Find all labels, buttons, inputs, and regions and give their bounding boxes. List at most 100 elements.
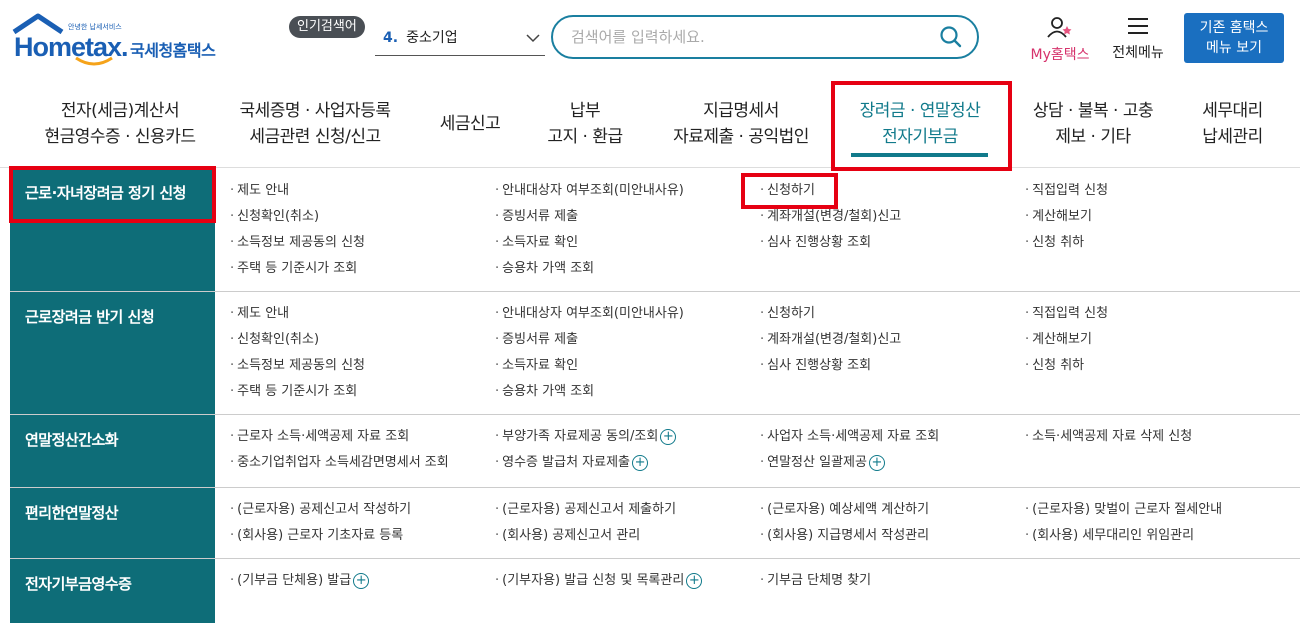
gnb-item-consultation[interactable]: 상담 · 불복 · 고충 제보 · 기타 (1018, 98, 1168, 150)
menu-link[interactable]: 소득·세액공제 자료 삭제 신청 (1025, 424, 1192, 450)
menu-link[interactable]: 소득정보 제공동의 신청 (230, 353, 365, 379)
menu-link[interactable]: (회사용) 지급명세서 작성관리 (760, 523, 929, 549)
hometax-logo[interactable]: 안녕한 납세서비스 Hometax. 국세청홈택스 (12, 12, 227, 66)
menu-link-label: (기부금 단체용) 발급 (237, 573, 352, 588)
menu-link[interactable]: (기부금 단체용) 발급+ (230, 568, 370, 594)
menu-link[interactable]: 계좌개설(변경/철회)신고 (760, 327, 901, 353)
menu-row: 전자기부금영수증 (기부금 단체용) 발급+ (기부자용) 발급 신청 및 목록… (10, 559, 1300, 623)
gnb-item-line: 국세증명 · 사업자등록 (239, 101, 391, 121)
menu-link[interactable]: (근로자용) 공제신고서 제출하기 (495, 497, 676, 523)
menu-link[interactable]: 신청 취하 (1025, 230, 1084, 256)
plus-circle-icon[interactable]: + (868, 454, 885, 471)
plus-circle-icon[interactable]: + (632, 454, 649, 471)
gnb-item-payment-statement[interactable]: 지급명세서 자료제출 · 공익법인 (660, 98, 822, 150)
menu-link[interactable]: (근로자용) 맞벌이 근로자 절세안내 (1025, 497, 1222, 523)
gnb-item-line: 상담 · 불복 · 고충 (1032, 101, 1154, 121)
menu-link[interactable]: 증빙서류 제출 (495, 204, 578, 230)
gnb-item-certificates[interactable]: 국세증명 · 사업자등록 세금관련 신청/신고 (225, 98, 405, 150)
menu-link[interactable]: 주택 등 기준시가 조회 (230, 256, 357, 282)
menu-link[interactable]: 영수증 발급처 자료제출+ (495, 450, 649, 476)
menu-link[interactable]: 근로자 소득·세액공제 자료 조회 (230, 424, 409, 450)
plus-circle-icon[interactable]: + (660, 428, 677, 445)
menu-link[interactable]: 소득자료 확인 (495, 353, 578, 379)
header: 안녕한 납세서비스 Hometax. 국세청홈택스 인기검색어 4. 중소기업 M… (0, 0, 1300, 70)
search-icon[interactable] (939, 25, 963, 49)
menu-link[interactable]: (회사용) 공제신고서 관리 (495, 523, 640, 549)
gnb-item-line: 지급명세서 (703, 101, 779, 121)
menu-link[interactable]: 사업자 소득·세액공제 자료 조회 (760, 424, 939, 450)
menu-link[interactable]: 제도 안내 (230, 178, 289, 204)
menu-link-label: (기부자용) 발급 신청 및 목록관리 (502, 573, 685, 588)
hamburger-menu-icon (1128, 18, 1148, 34)
logo-tagline: 안녕한 납세서비스 (68, 23, 122, 31)
menu-row: 편리한연말정산 (근로자용) 공제신고서 작성하기 (근로자용) 공제신고서 제… (10, 488, 1300, 559)
menu-link[interactable]: 신청확인(취소) (230, 204, 319, 230)
menu-row: 연말정산간소화 근로자 소득·세액공제 자료 조회 부양가족 자료제공 동의/조… (10, 415, 1300, 488)
menu-link[interactable]: 직접입력 신청 (1025, 301, 1108, 327)
menu-link[interactable]: 승용차 가액 조회 (495, 379, 594, 405)
gnb-item-line: 세금신고 (439, 114, 501, 134)
gnb-item-tax-filing[interactable]: 세금신고 (425, 111, 515, 137)
gnb-item-line: 전자(세금)계산서 (60, 101, 180, 121)
menu-link-label: 부양가족 자료제공 동의/조회 (502, 429, 659, 444)
menu-link[interactable]: 연말정산 일괄제공+ (760, 450, 885, 476)
menu-link[interactable]: 제도 안내 (230, 301, 289, 327)
menu-link[interactable]: (기부자용) 발급 신청 및 목록관리+ (495, 568, 703, 594)
menu-link[interactable]: 승용차 가액 조회 (495, 256, 594, 282)
plus-circle-icon[interactable]: + (686, 572, 703, 589)
gnb-item-line: 제보 · 기타 (1055, 127, 1131, 147)
menu-link[interactable]: 심사 진행상황 조회 (760, 353, 871, 379)
menu-link[interactable]: 중소기업취업자 소득세감면명세서 조회 (230, 450, 449, 476)
all-menu-button[interactable]: 전체메뉴 (1106, 16, 1170, 62)
my-hometax-button[interactable]: My홈택스 (1024, 16, 1096, 64)
gnb-item-payment[interactable]: 납부 고지 · 환급 (530, 98, 640, 150)
section-title[interactable]: 전자기부금영수증 (10, 559, 215, 623)
menu-link[interactable]: 부양가족 자료제공 동의/조회+ (495, 424, 677, 450)
menu-link[interactable]: (회사용) 근로자 기초자료 등록 (230, 523, 403, 549)
menu-link[interactable]: (회사용) 세무대리인 위임관리 (1025, 523, 1194, 549)
highlight-box-apply (741, 173, 838, 209)
menu-link[interactable]: 심사 진행상황 조회 (760, 230, 871, 256)
classic-menu-line2: 메뉴 보기 (1206, 40, 1262, 56)
menu-link[interactable]: 안내대상자 여부조회(미안내사유) (495, 301, 684, 327)
section-title[interactable]: 근로장려금 반기 신청 (10, 292, 215, 414)
all-menu-label: 전체메뉴 (1112, 45, 1164, 61)
chevron-down-icon (525, 24, 541, 62)
gnb-item-line: 세무대리 (1202, 101, 1263, 121)
gnb-item-line: 현금영수증 · 신용카드 (44, 127, 196, 147)
menu-link[interactable]: 계산해보기 (1025, 327, 1092, 353)
user-icon (1047, 17, 1072, 38)
my-hometax-label: My홈택스 (1030, 47, 1090, 63)
gnb-item-line: 고지 · 환급 (547, 127, 623, 147)
menu-link[interactable]: 주택 등 기준시가 조회 (230, 379, 357, 405)
plus-circle-icon[interactable]: + (353, 572, 370, 589)
menu-link[interactable]: 계산해보기 (1025, 204, 1092, 230)
gnb-item-line: 납세관리 (1202, 127, 1263, 147)
gnb-item-line: 세금관련 신청/신고 (249, 127, 381, 147)
menu-link[interactable]: 기부금 단체명 찾기 (760, 568, 871, 594)
menu-link[interactable]: 소득정보 제공동의 신청 (230, 230, 365, 256)
popular-term: 중소기업 (406, 30, 458, 46)
menu-link[interactable]: 신청확인(취소) (230, 327, 319, 353)
menu-link[interactable]: (근로자용) 공제신고서 작성하기 (230, 497, 411, 523)
classic-menu-button[interactable]: 기존 홈택스 메뉴 보기 (1184, 13, 1284, 63)
gnb-item-e-invoice[interactable]: 전자(세금)계산서 현금영수증 · 신용카드 (30, 98, 210, 150)
highlight-box-gnb (831, 81, 1012, 171)
gnb-item-line: 납부 (569, 101, 601, 121)
menu-link[interactable]: 안내대상자 여부조회(미안내사유) (495, 178, 684, 204)
search-input[interactable] (571, 25, 921, 49)
menu-link[interactable]: 신청하기 (760, 301, 815, 327)
menu-link[interactable]: 신청 취하 (1025, 353, 1084, 379)
popular-search-select[interactable]: 4. 중소기업 (375, 24, 545, 56)
gnb-item-tax-agent[interactable]: 세무대리 납세관리 (1190, 98, 1275, 150)
menu-link[interactable]: 직접입력 신청 (1025, 178, 1108, 204)
section-title[interactable]: 연말정산간소화 (10, 415, 215, 487)
logo-korean-name: 국세청홈택스 (130, 41, 216, 60)
section-title[interactable]: 편리한연말정산 (10, 488, 215, 558)
menu-link[interactable]: (근로자용) 예상세액 계산하기 (760, 497, 929, 523)
menu-link-label: 영수증 발급처 자료제출 (502, 455, 631, 470)
menu-row: 근로장려금 반기 신청 제도 안내 안내대상자 여부조회(미안내사유) 신청하기… (10, 292, 1300, 415)
menu-link[interactable]: 증빙서류 제출 (495, 327, 578, 353)
highlight-box-section (9, 166, 216, 223)
menu-link[interactable]: 소득자료 확인 (495, 230, 578, 256)
